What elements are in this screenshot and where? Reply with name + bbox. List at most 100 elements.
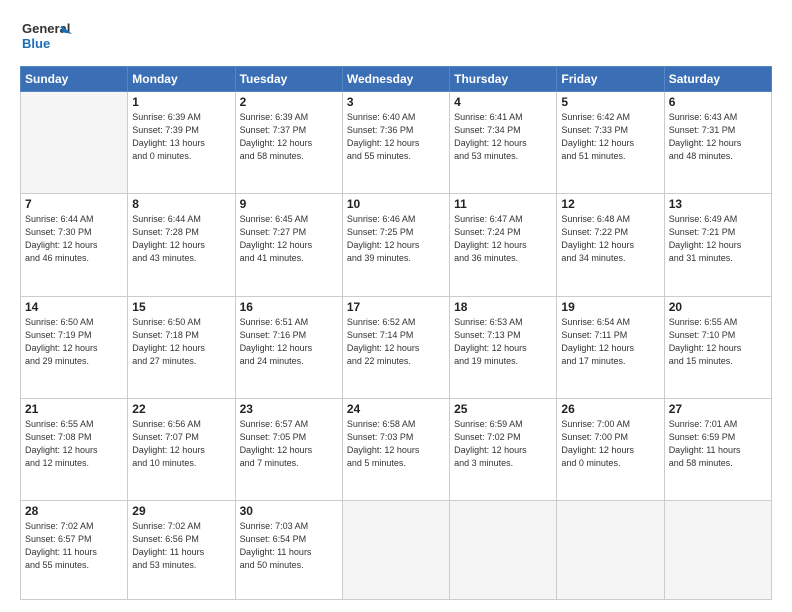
day-number: 10: [347, 197, 445, 211]
day-info: Sunrise: 6:46 AMSunset: 7:25 PMDaylight:…: [347, 213, 445, 265]
day-number: 30: [240, 504, 338, 518]
day-number: 27: [669, 402, 767, 416]
calendar-cell: 14 Sunrise: 6:50 AMSunset: 7:19 PMDayligh…: [21, 296, 128, 398]
day-number: 28: [25, 504, 123, 518]
week-row-4: 21 Sunrise: 6:55 AMSunset: 7:08 PMDayligh…: [21, 398, 772, 500]
calendar-cell: 10 Sunrise: 6:46 AMSunset: 7:25 PMDayligh…: [342, 194, 449, 296]
day-info: Sunrise: 6:50 AMSunset: 7:18 PMDaylight:…: [132, 316, 230, 368]
calendar-cell: [557, 501, 664, 600]
day-info: Sunrise: 6:39 AMSunset: 7:39 PMDaylight:…: [132, 111, 230, 163]
day-number: 8: [132, 197, 230, 211]
day-info: Sunrise: 7:02 AMSunset: 6:56 PMDaylight:…: [132, 520, 230, 572]
day-number: 14: [25, 300, 123, 314]
day-info: Sunrise: 6:40 AMSunset: 7:36 PMDaylight:…: [347, 111, 445, 163]
day-info: Sunrise: 6:49 AMSunset: 7:21 PMDaylight:…: [669, 213, 767, 265]
calendar-cell: 13 Sunrise: 6:49 AMSunset: 7:21 PMDayligh…: [664, 194, 771, 296]
calendar-cell: 22Sunrise: 6:56 AMSunset: 7:07 PMDayligh…: [128, 398, 235, 500]
calendar-cell: 26 Sunrise: 7:00 AMSunset: 7:00 PMDayligh…: [557, 398, 664, 500]
day-info: Sunrise: 7:01 AMSunset: 6:59 PMDaylight:…: [669, 418, 767, 470]
calendar-cell: 18 Sunrise: 6:53 AMSunset: 7:13 PMDayligh…: [450, 296, 557, 398]
header: GeneralBlue: [20, 16, 772, 56]
day-info: Sunrise: 6:52 AMSunset: 7:14 PMDaylight:…: [347, 316, 445, 368]
day-number: 12: [561, 197, 659, 211]
day-header-monday: Monday: [128, 67, 235, 92]
day-header-wednesday: Wednesday: [342, 67, 449, 92]
calendar-cell: 24 Sunrise: 6:58 AMSunset: 7:03 PMDayligh…: [342, 398, 449, 500]
day-number: 19: [561, 300, 659, 314]
day-number: 29: [132, 504, 230, 518]
day-number: 2: [240, 95, 338, 109]
day-info: Sunrise: 6:57 AMSunset: 7:05 PMDaylight:…: [240, 418, 338, 470]
calendar-cell: [21, 92, 128, 194]
calendar-cell: [450, 501, 557, 600]
day-info: Sunrise: 7:03 AMSunset: 6:54 PMDaylight:…: [240, 520, 338, 572]
day-number: 11: [454, 197, 552, 211]
day-number: 4: [454, 95, 552, 109]
calendar-cell: 6Sunrise: 6:43 AMSunset: 7:31 PMDaylight…: [664, 92, 771, 194]
day-number: 21: [25, 402, 123, 416]
day-number: 26: [561, 402, 659, 416]
calendar-cell: 1 Sunrise: 6:39 AMSunset: 7:39 PMDaylight…: [128, 92, 235, 194]
day-number: 7: [25, 197, 123, 211]
calendar-cell: 25 Sunrise: 6:59 AMSunset: 7:02 PMDayligh…: [450, 398, 557, 500]
day-info: Sunrise: 6:44 AMSunset: 7:28 PMDaylight:…: [132, 213, 230, 265]
day-number: 20: [669, 300, 767, 314]
day-info: Sunrise: 6:41 AMSunset: 7:34 PMDaylight:…: [454, 111, 552, 163]
day-header-saturday: Saturday: [664, 67, 771, 92]
day-number: 23: [240, 402, 338, 416]
day-info: Sunrise: 6:47 AMSunset: 7:24 PMDaylight:…: [454, 213, 552, 265]
week-row-5: 28 Sunrise: 7:02 AMSunset: 6:57 PMDayligh…: [21, 501, 772, 600]
day-info: Sunrise: 6:53 AMSunset: 7:13 PMDaylight:…: [454, 316, 552, 368]
day-header-friday: Friday: [557, 67, 664, 92]
day-number: 18: [454, 300, 552, 314]
calendar-cell: 29 Sunrise: 7:02 AMSunset: 6:56 PMDayligh…: [128, 501, 235, 600]
day-info: Sunrise: 7:02 AMSunset: 6:57 PMDaylight:…: [25, 520, 123, 572]
calendar-cell: 11 Sunrise: 6:47 AMSunset: 7:24 PMDayligh…: [450, 194, 557, 296]
logo: GeneralBlue: [20, 16, 80, 56]
calendar-cell: 17 Sunrise: 6:52 AMSunset: 7:14 PMDayligh…: [342, 296, 449, 398]
day-number: 24: [347, 402, 445, 416]
day-info: Sunrise: 6:44 AMSunset: 7:30 PMDaylight:…: [25, 213, 123, 265]
day-number: 9: [240, 197, 338, 211]
day-number: 15: [132, 300, 230, 314]
week-row-1: 1 Sunrise: 6:39 AMSunset: 7:39 PMDaylight…: [21, 92, 772, 194]
day-info: Sunrise: 7:00 AMSunset: 7:00 PMDaylight:…: [561, 418, 659, 470]
calendar-cell: 27 Sunrise: 7:01 AMSunset: 6:59 PMDayligh…: [664, 398, 771, 500]
calendar-cell: 4 Sunrise: 6:41 AMSunset: 7:34 PMDaylight…: [450, 92, 557, 194]
calendar-cell: 8 Sunrise: 6:44 AMSunset: 7:28 PMDaylight…: [128, 194, 235, 296]
day-info: Sunrise: 6:59 AMSunset: 7:02 PMDaylight:…: [454, 418, 552, 470]
day-number: 25: [454, 402, 552, 416]
day-number: 13: [669, 197, 767, 211]
day-header-tuesday: Tuesday: [235, 67, 342, 92]
calendar-cell: 20Sunrise: 6:55 AMSunset: 7:10 PMDayligh…: [664, 296, 771, 398]
calendar-cell: 30 Sunrise: 7:03 AMSunset: 6:54 PMDayligh…: [235, 501, 342, 600]
calendar-cell: 7 Sunrise: 6:44 AMSunset: 7:30 PMDaylight…: [21, 194, 128, 296]
week-row-3: 14 Sunrise: 6:50 AMSunset: 7:19 PMDayligh…: [21, 296, 772, 398]
calendar-cell: [664, 501, 771, 600]
calendar-cell: 21 Sunrise: 6:55 AMSunset: 7:08 PMDayligh…: [21, 398, 128, 500]
calendar-cell: 15 Sunrise: 6:50 AMSunset: 7:18 PMDayligh…: [128, 296, 235, 398]
calendar-cell: 28 Sunrise: 7:02 AMSunset: 6:57 PMDayligh…: [21, 501, 128, 600]
calendar-cell: 12Sunrise: 6:48 AMSunset: 7:22 PMDayligh…: [557, 194, 664, 296]
logo-svg: GeneralBlue: [20, 16, 80, 56]
day-info: Sunrise: 6:58 AMSunset: 7:03 PMDaylight:…: [347, 418, 445, 470]
day-info: Sunrise: 6:39 AMSunset: 7:37 PMDaylight:…: [240, 111, 338, 163]
calendar-cell: 5Sunrise: 6:42 AMSunset: 7:33 PMDaylight…: [557, 92, 664, 194]
day-number: 22: [132, 402, 230, 416]
day-info: Sunrise: 6:45 AMSunset: 7:27 PMDaylight:…: [240, 213, 338, 265]
day-info: Sunrise: 6:55 AMSunset: 7:08 PMDaylight:…: [25, 418, 123, 470]
calendar-cell: 3 Sunrise: 6:40 AMSunset: 7:36 PMDaylight…: [342, 92, 449, 194]
day-number: 17: [347, 300, 445, 314]
page: GeneralBlue SundayMondayTuesdayWednesday…: [0, 0, 792, 612]
day-info: Sunrise: 6:50 AMSunset: 7:19 PMDaylight:…: [25, 316, 123, 368]
day-number: 1: [132, 95, 230, 109]
calendar-cell: 2 Sunrise: 6:39 AMSunset: 7:37 PMDaylight…: [235, 92, 342, 194]
day-number: 3: [347, 95, 445, 109]
day-header-sunday: Sunday: [21, 67, 128, 92]
week-row-2: 7 Sunrise: 6:44 AMSunset: 7:30 PMDaylight…: [21, 194, 772, 296]
calendar-cell: 23 Sunrise: 6:57 AMSunset: 7:05 PMDayligh…: [235, 398, 342, 500]
day-info: Sunrise: 6:42 AMSunset: 7:33 PMDaylight:…: [561, 111, 659, 163]
day-number: 16: [240, 300, 338, 314]
svg-text:Blue: Blue: [22, 36, 50, 51]
calendar-cell: [342, 501, 449, 600]
